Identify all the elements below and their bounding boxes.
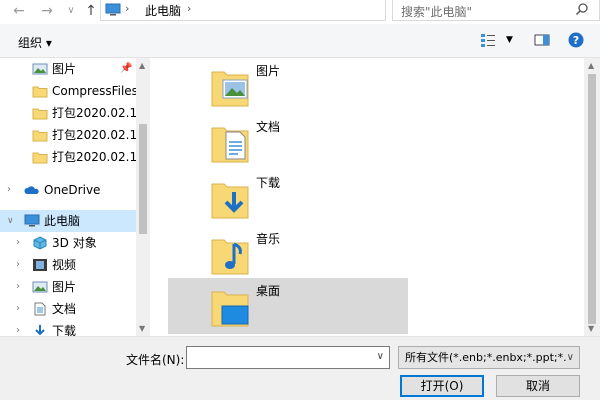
address-row: ← → ∨ ↑ › 此电脑 › ∨ ↻ 搜索"此电脑" [0,0,600,24]
expand-chevron-icon[interactable]: › [16,320,20,336]
scroll-down-arrow-icon[interactable]: ▼ [139,324,145,333]
folder-view: 图片 文档 下载 音乐 桌面 [150,58,584,336]
folder-icon [32,130,48,142]
breadcrumb-chevron-icon[interactable]: › [187,2,191,15]
expand-chevron-icon[interactable]: › [16,232,20,254]
cancel-button[interactable]: 取消 [496,375,580,397]
filetype-value: 所有文件(*.enb;*.enbx;*.ppt;*. [405,351,567,364]
nav-item-pack-0218[interactable]: 打包2020.02.18 [0,102,145,124]
filename-label: 文件名(N): [126,353,185,367]
svg-text:?: ? [573,34,579,47]
pin-icon[interactable]: 📌 [120,58,132,80]
expand-chevron-icon[interactable]: › [16,276,20,298]
open-button[interactable]: 打开(O) [400,375,484,397]
back-arrow-icon[interactable]: ← [10,2,28,20]
folder-icon [32,108,48,120]
view-dropdown-icon[interactable]: ▼ [506,35,513,45]
pictures-icon [32,63,48,75]
documents-folder-icon [211,127,249,163]
nav-item-compressfiles[interactable]: CompressFiles [0,80,138,102]
scroll-down-arrow-icon[interactable]: ▼ [588,324,594,333]
filetype-select[interactable]: 所有文件(*.enb;*.enbx;*.ppt;*. ∨ [398,346,580,369]
folder-item-downloads[interactable]: 下载 [168,170,408,226]
this-pc-icon [105,3,121,16]
address-bar[interactable]: › 此电脑 › ∨ ↻ [100,0,475,21]
videos-icon [33,259,47,271]
folder-item-desktop[interactable]: 桌面 [168,278,408,334]
folder-item-pictures[interactable]: 图片 [168,58,408,114]
nav-item-pack-0219-a[interactable]: 打包2020.02.19 [0,124,145,146]
recent-dropdown-icon[interactable]: ∨ [62,2,80,20]
downloads-folder-icon [211,183,249,219]
downloads-icon [35,325,45,336]
navigation-scrollbar[interactable]: ▲ ▼ [136,58,150,336]
documents-icon [34,302,46,316]
scroll-up-arrow-icon[interactable]: ▲ [588,61,594,70]
nav-item-onedrive[interactable]: › OneDrive [0,179,136,201]
breadcrumb-this-pc[interactable]: 此电脑 [145,2,181,19]
nav-item-3d-objects[interactable]: › 3D 对象 [0,232,136,254]
onedrive-icon [24,186,39,194]
search-placeholder: 搜索"此电脑" [401,5,473,19]
nav-item-videos[interactable]: › 视频 [0,254,136,276]
up-arrow-icon[interactable]: ↑ [82,2,100,20]
folder-icon [32,152,48,164]
3d-objects-icon [33,236,47,250]
expand-chevron-icon[interactable]: › [16,254,20,276]
file-dialog-footer: 文件名(N): ∨ 所有文件(*.enb;*.enbx;*.ppt;*. ∨ 打… [0,336,600,400]
folder-view-scrollbar[interactable]: ▲ ▼ [584,58,600,336]
view-options-icon[interactable] [480,32,496,48]
scrollbar-thumb[interactable] [139,124,147,234]
scrollbar-thumb[interactable] [588,74,596,324]
nav-item-pictures[interactable]: › 图片 [0,276,136,298]
pictures-icon [32,281,48,293]
breadcrumb-chevron-icon[interactable]: › [125,2,129,15]
filename-input[interactable]: ∨ [186,346,390,369]
preview-pane-icon[interactable] [534,32,550,48]
nav-item-pictures-pinned[interactable]: 图片 📌 [0,58,136,80]
nav-item-pack-0219-b[interactable]: 打包2020.02.19 [0,146,145,168]
pictures-folder-icon [211,71,249,107]
organize-menu-button[interactable]: 组织 ▾ [18,34,52,51]
folder-icon [32,86,48,98]
music-folder-icon [211,239,249,275]
folder-item-music[interactable]: 音乐 [168,226,408,282]
search-icon [575,3,588,16]
folder-item-documents[interactable]: 文档 [168,114,408,170]
navigation-pane: 图片 📌 CompressFiles 打包2020.02.18 打包2020.0… [0,58,150,336]
expand-chevron-icon[interactable]: › [16,298,20,320]
expand-chevron-icon[interactable]: › [7,179,11,201]
search-input[interactable]: 搜索"此电脑" [392,0,600,21]
filetype-dropdown-icon[interactable]: ∨ [567,347,574,368]
this-pc-icon [24,214,40,227]
command-bar: 组织 ▾ ▼ ? [0,24,600,58]
filename-dropdown-icon[interactable]: ∨ [377,351,384,362]
nav-item-documents[interactable]: › 文档 [0,298,136,320]
forward-arrow-icon[interactable]: → [38,2,56,20]
desktop-folder-icon [211,291,249,327]
scroll-up-arrow-icon[interactable]: ▲ [139,61,145,70]
collapse-chevron-icon[interactable]: ∨ [7,210,14,232]
nav-item-this-pc[interactable]: ∨ 此电脑 [0,210,136,232]
help-icon[interactable]: ? [568,32,584,48]
nav-item-downloads[interactable]: › 下载 [0,320,136,336]
